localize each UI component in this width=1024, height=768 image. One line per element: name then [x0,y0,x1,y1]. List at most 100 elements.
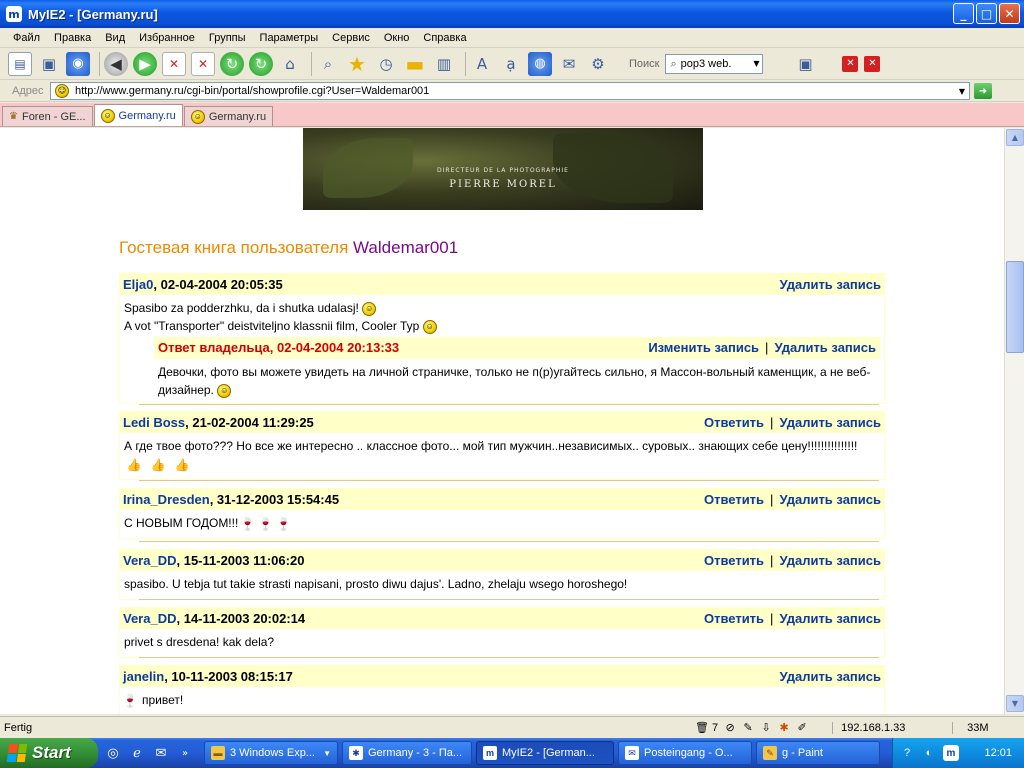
globe-icon[interactable]: ◍ [528,51,552,76]
refresh-icon[interactable]: ↻ [220,51,244,76]
back-icon[interactable]: ◀ [104,51,128,76]
task-label: Posteingang - O... [644,747,733,759]
refresh-all-icon[interactable]: ↻ [249,51,273,76]
search-input[interactable]: ⌕ pop3 web. ▼ [665,53,764,74]
menu-help[interactable]: Справка [416,32,473,44]
task-windows-explorer[interactable]: ▬ 3 Windows Exp... ▼ [204,741,338,765]
entry-date: , 10-11-2003 08:15:17 [164,668,293,684]
toolbar: ▤ ▣ ◉ ◀ ▶ ✕ ✕ ↻ ↻ ⌂ ⌕ ★ ◷ ▬ ▥ A ạ ◍ ✉ ⚙ … [0,48,1024,80]
task-myie2[interactable]: m MyIE2 - [German... [476,741,614,765]
close-tab-icon[interactable]: ✕ [842,55,859,72]
delete-entry-link[interactable]: Удалить запись [779,669,881,684]
vertical-scrollbar[interactable]: ▲ ▼ [1004,128,1024,714]
minimize-button[interactable]: _ [953,3,974,24]
delete-entry-link[interactable]: Удалить запись [779,611,881,626]
search-options-icon[interactable]: ▣ [793,52,817,76]
brush-icon[interactable]: ✎ [740,720,756,736]
thumbs-up-icon: 👍 [174,457,190,472]
entry-date: , 21-02-2004 11:29:25 [185,414,314,430]
help-icon[interactable]: ? [899,745,915,761]
mail-icon[interactable]: ✉ [557,52,581,76]
address-bar: Адрес ☺ http://www.germany.ru/cgi-bin/po… [0,81,1024,102]
stop-all-icon[interactable]: ✕ [191,51,215,76]
entry-author-link[interactable]: Irina_Dresden [123,492,210,507]
scroll-down-icon[interactable]: ▼ [1006,695,1024,712]
folder-icon: ▬ [211,746,225,760]
home-icon[interactable]: ⌂ [278,52,302,76]
menu-bar: Файл Правка Вид Избранное Группы Парамет… [0,28,1024,48]
menu-window[interactable]: Окно [377,32,417,44]
menu-edit[interactable]: Правка [47,32,98,44]
delete-entry-link[interactable]: Удалить запись [774,339,876,357]
tab-foren[interactable]: ♛ Foren - GE... [2,106,93,126]
guestbook-entry: janelin , 10-11-2003 08:15:17 Удалить за… [119,665,885,714]
menu-favorites[interactable]: Избранное [132,32,202,44]
favorites-star-icon[interactable]: ★ [345,52,369,76]
quicklaunch-explorer-icon[interactable]: ◎ [104,744,122,762]
quicklaunch-ie-icon[interactable]: ℯ [128,744,146,762]
font-icon[interactable]: A [470,52,494,76]
tools-icon[interactable]: ⚙ [586,52,610,76]
search-icon[interactable]: ⌕ [316,52,340,76]
edit-entry-link[interactable]: Изменить запись [648,339,759,357]
tab-germany[interactable]: ☺ Germany.ru [183,106,274,126]
close-button[interactable]: ✕ [999,3,1020,24]
myie2-tray-icon[interactable]: m [943,745,959,761]
tab-germany-active[interactable]: ☺ Germany.ru [93,104,183,126]
gear-icon[interactable]: ✱ [776,720,792,736]
maximize-button[interactable]: □ [976,3,997,24]
menu-options[interactable]: Параметры [253,32,326,44]
delete-entry-link[interactable]: Удалить запись [779,277,881,292]
task-paint[interactable]: ✎ g - Paint [756,741,880,765]
menu-file[interactable]: Файл [6,32,47,44]
new-document-icon[interactable]: ▤ [8,51,32,76]
chevron-down-icon[interactable]: ▼ [955,87,969,96]
scrollbar-thumb[interactable] [1006,261,1024,353]
reply-text: Девочки, фото вы можете увидеть на лично… [158,365,871,397]
entry-author-link[interactable]: Ledi Boss [123,415,185,430]
save-icon[interactable]: ▣ [37,52,61,76]
entry-author-link[interactable]: Vera_DD [123,611,176,626]
edit-icon[interactable]: ✐ [794,720,810,736]
search-icon: ⌕ [670,56,677,70]
go-arrow-icon[interactable]: ➜ [974,83,992,99]
start-button[interactable]: Start [0,738,98,768]
delete-entry-link[interactable]: Удалить запись [779,553,881,568]
delete-entry-link[interactable]: Удалить запись [779,492,881,507]
popup-blocker-icon[interactable]: ⊘ [722,720,738,736]
notepad-icon[interactable]: ▥ [432,52,456,76]
address-input[interactable]: ☺ http://www.germany.ru/cgi-bin/portal/s… [50,82,970,100]
chevron-down-icon[interactable]: ▼ [750,59,762,68]
close-all-tabs-icon[interactable]: ✕ [864,55,881,72]
network-tray-icon[interactable]: ◐ [921,745,937,761]
task-posteingang[interactable]: ✉ Posteingang - O... [618,741,752,765]
entry-author-link[interactable]: Elja0 [123,277,153,292]
menu-tools[interactable]: Сервис [325,32,377,44]
trash-icon[interactable]: 🗑 [694,720,710,736]
guestbook-entry: Ledi Boss , 21-02-2004 11:29:25 Ответить… [119,411,885,480]
reply-link[interactable]: Ответить [704,553,764,568]
menu-view[interactable]: Вид [98,32,132,44]
reply-link[interactable]: Ответить [704,492,764,507]
banner-credit-name: PIERRE MOREL [449,179,557,190]
history-icon[interactable]: ◷ [374,52,398,76]
task-germany[interactable]: ✱ Germany - 3 - Па... [342,741,472,765]
delete-entry-link[interactable]: Удалить запись [779,415,881,430]
quicklaunch-mail-icon[interactable]: ✉ [152,744,170,762]
scroll-up-icon[interactable]: ▲ [1006,129,1024,146]
encoding-icon[interactable]: ạ [499,52,523,76]
network-icon[interactable]: ◉ [66,51,90,76]
entry-author-link[interactable]: janelin [123,669,164,684]
stop-icon[interactable]: ✕ [162,51,186,76]
reply-link[interactable]: Ответить [704,415,764,430]
entry-author-link[interactable]: Vera_DD [123,553,176,568]
quicklaunch-more-icon[interactable]: » [176,744,194,762]
windows-logo-icon [6,744,28,762]
menu-groups[interactable]: Группы [202,32,253,44]
download-icon[interactable]: ⇩ [758,720,774,736]
entry-divider [139,480,879,481]
smiley-favicon-icon: ☺ [100,108,115,123]
folder-icon[interactable]: ▬ [403,52,427,76]
forward-icon[interactable]: ▶ [133,51,157,76]
reply-link[interactable]: Ответить [704,611,764,626]
